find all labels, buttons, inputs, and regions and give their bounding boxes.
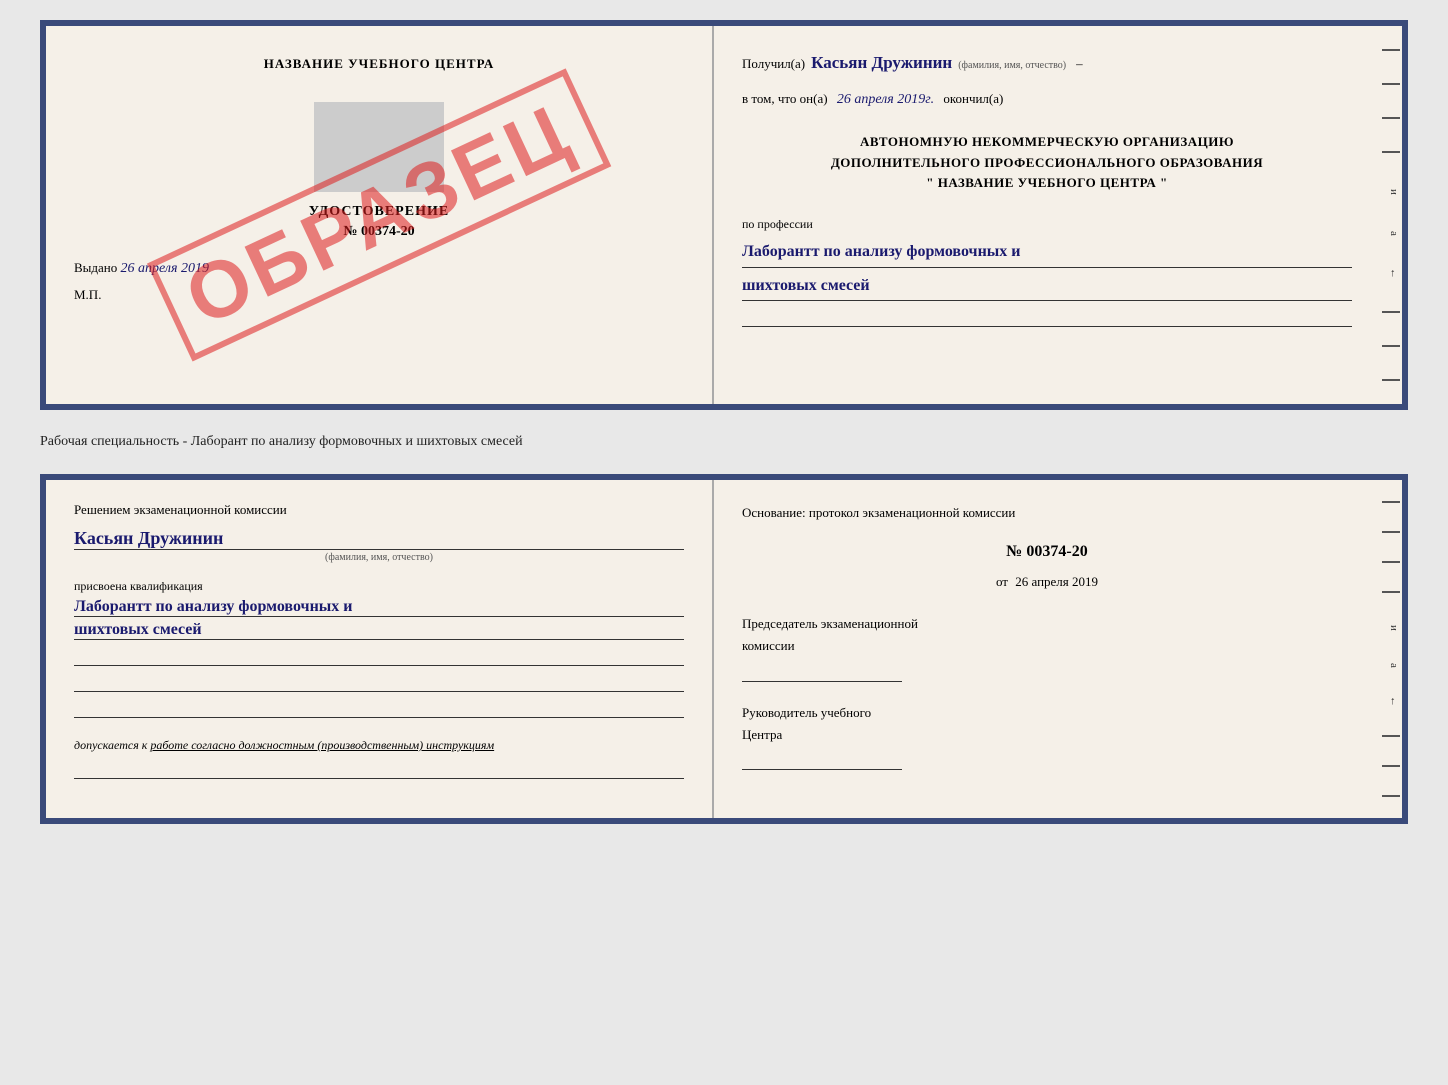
- rukovoditel-line2: Центра: [742, 724, 1352, 746]
- quote-open: ": [926, 175, 934, 190]
- edge-text-a2: а: [1382, 663, 1400, 668]
- profession-block: по профессии Лаборантт по анализу формов…: [742, 214, 1352, 327]
- cert-photo: [314, 102, 444, 192]
- prisvoena-label: присвоена квалификация: [74, 579, 684, 594]
- rukovoditel-sig-line: [742, 750, 902, 770]
- edge-text-a: а: [1382, 231, 1400, 236]
- fio-label-top: (фамилия, имя, отчество): [958, 57, 1066, 75]
- qual-line2: шихтовых смесей: [74, 621, 684, 640]
- predsedatel-sig-line: [742, 662, 902, 682]
- bottom-panel-right: Основание: протокол экзаменационной коми…: [714, 480, 1380, 818]
- top-right-content: Получил(а) Касьян Дружинин (фамилия, имя…: [742, 48, 1352, 327]
- bottom-right-content: Основание: протокол экзаменационной коми…: [742, 502, 1352, 770]
- edge-mark: [1382, 561, 1400, 563]
- edge-mark: [1382, 151, 1400, 153]
- org-block: АВТОНОМНУЮ НЕКОММЕРЧЕСКУЮ ОРГАНИЗАЦИЮ ДО…: [742, 132, 1352, 194]
- bottom-panel-left: Решением экзаменационной комиссии Касьян…: [46, 480, 714, 818]
- edge-mark: [1382, 311, 1400, 313]
- dopuskaetsya-block: допускается к работе согласно должностны…: [74, 738, 684, 753]
- qual-line1: Лаборантт по анализу формовочных и: [74, 598, 684, 617]
- cert-number: № 00374-20: [74, 224, 684, 240]
- field-line-4: [74, 698, 684, 718]
- field-line-2: [74, 646, 684, 666]
- resheniem-label: Решением экзаменационной комиссии: [74, 502, 684, 518]
- field-line-3: [74, 672, 684, 692]
- dopuskaetsya-label: допускается к: [74, 738, 147, 752]
- org-line1: АВТОНОМНУЮ НЕКОММЕРЧЕСКУЮ ОРГАНИЗАЦИЮ: [742, 132, 1352, 153]
- top-panel-left: НАЗВАНИЕ УЧЕБНОГО ЦЕНТРА УДОСТОВЕРЕНИЕ №…: [46, 26, 714, 404]
- middle-text: Рабочая специальность - Лаборант по анал…: [40, 428, 1408, 456]
- vtom-line: в том, что он(а) 26 апреля 2019г. окончи…: [742, 87, 1352, 112]
- cert-vydano: Выдано 26 апреля 2019: [74, 260, 684, 277]
- vydano-label: Выдано: [74, 260, 117, 275]
- recipient-name: Касьян Дружинин: [811, 48, 952, 79]
- field-line-5: [74, 759, 684, 779]
- vydano-date: 26 апреля 2019: [121, 261, 209, 276]
- org-line2: ДОПОЛНИТЕЛЬНОГО ПРОФЕССИОНАЛЬНОГО ОБРАЗО…: [742, 153, 1352, 174]
- dopuskaetsya-text: работе согласно должностным (производств…: [150, 738, 494, 752]
- vtom-date: 26 апреля 2019г.: [837, 92, 934, 107]
- org-name: НАЗВАНИЕ УЧЕБНОГО ЦЕНТРА: [938, 175, 1157, 190]
- edge-text-i2: и: [1382, 625, 1400, 631]
- edge-text-k2: ←: [1382, 696, 1400, 707]
- bottom-person-name: Касьян Дружинин: [74, 528, 684, 550]
- field-line-1: [742, 307, 1352, 327]
- okonchil-label: окончил(а): [943, 91, 1003, 106]
- bottom-left-content: Решением экзаменационной комиссии Касьян…: [74, 502, 684, 779]
- bottom-fio-label: (фамилия, имя, отчество): [74, 552, 684, 563]
- ot-label: от: [996, 574, 1008, 589]
- dash-1: –: [1076, 52, 1083, 75]
- rukovoditel-block: Руководитель учебного Центра: [742, 702, 1352, 770]
- poluchil-line: Получил(а) Касьян Дружинин (фамилия, имя…: [742, 48, 1352, 79]
- vtom-label: в том, что он(а): [742, 91, 828, 106]
- po-professii-label: по профессии: [742, 214, 1352, 236]
- osnov-title: Основание: протокол экзаменационной коми…: [742, 502, 1352, 524]
- predsedatel-line1: Председатель экзаменационной: [742, 613, 1352, 635]
- protocol-date: от 26 апреля 2019: [742, 571, 1352, 593]
- resheniem-block: Решением экзаменационной комиссии Касьян…: [74, 502, 684, 563]
- top-document: НАЗВАНИЕ УЧЕБНОГО ЦЕНТРА УДОСТОВЕРЕНИЕ №…: [40, 20, 1408, 410]
- predsedatel-line2: комиссии: [742, 635, 1352, 657]
- edge-mark: [1382, 345, 1400, 347]
- edge-mark: [1382, 501, 1400, 503]
- edge-mark: [1382, 795, 1400, 797]
- edge-mark: [1382, 117, 1400, 119]
- edge-mark: [1382, 531, 1400, 533]
- bottom-document: Решением экзаменационной комиссии Касьян…: [40, 474, 1408, 824]
- right-edge-bottom: и а ←: [1380, 480, 1402, 818]
- top-panel-right: Получил(а) Касьян Дружинин (фамилия, имя…: [714, 26, 1380, 404]
- edge-mark: [1382, 379, 1400, 381]
- profession-line2: шихтовых смесей: [742, 272, 1352, 302]
- rukovoditel-line1: Руководитель учебного: [742, 702, 1352, 724]
- right-edge-top: и а ←: [1380, 26, 1402, 404]
- protocol-date-value: 26 апреля 2019: [1015, 574, 1098, 589]
- edge-mark: [1382, 83, 1400, 85]
- edge-mark: [1382, 591, 1400, 593]
- org-center-name: " НАЗВАНИЕ УЧЕБНОГО ЦЕНТРА ": [742, 173, 1352, 194]
- predsedatel-block: Председатель экзаменационной комиссии: [742, 613, 1352, 681]
- cert-udost-label: УДОСТОВЕРЕНИЕ: [74, 204, 684, 220]
- edge-mark: [1382, 735, 1400, 737]
- quote-close: ": [1160, 175, 1168, 190]
- qualification-block: присвоена квалификация Лаборантт по анал…: [74, 579, 684, 718]
- edge-mark: [1382, 765, 1400, 767]
- poluchil-label: Получил(а): [742, 52, 805, 75]
- mp-label: М.П.: [74, 287, 684, 303]
- edge-mark: [1382, 49, 1400, 51]
- edge-text-k: ←: [1382, 268, 1400, 279]
- edge-text-i: и: [1382, 189, 1400, 195]
- protocol-number: № 00374-20: [742, 538, 1352, 565]
- profession-line1: Лаборантт по анализу формовочных и: [742, 238, 1352, 268]
- cert-title: НАЗВАНИЕ УЧЕБНОГО ЦЕНТРА: [74, 56, 684, 72]
